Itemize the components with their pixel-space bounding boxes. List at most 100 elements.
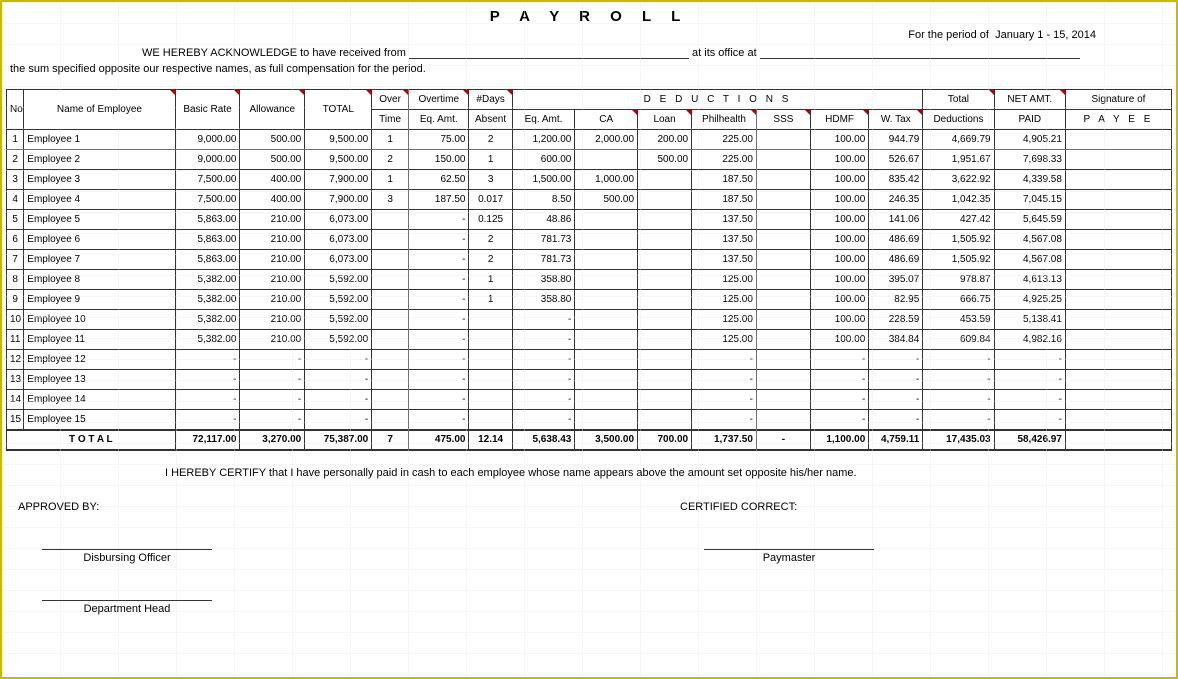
total-oteq: 475.00	[408, 430, 469, 450]
cell	[1065, 350, 1171, 370]
cell: 11	[7, 330, 24, 350]
total-row: T O T A L 72,117.00 3,270.00 75,387.00 7…	[7, 430, 1172, 450]
total-hdmf: 1,100.00	[810, 430, 868, 450]
hdr-sss: SSS	[756, 110, 810, 130]
total-allow: 3,270.00	[240, 430, 305, 450]
cell: 5,863.00	[175, 210, 240, 230]
cell: 5,592.00	[305, 270, 372, 290]
cell	[1065, 370, 1171, 390]
table-row: 4Employee 47,500.00400.007,900.003187.50…	[7, 190, 1172, 210]
cell: 100.00	[810, 230, 868, 250]
cell: -	[923, 390, 994, 410]
table-row: 7Employee 75,863.00210.006,073.00-2781.7…	[7, 250, 1172, 270]
cell: -	[869, 370, 923, 390]
cell: -	[240, 390, 305, 410]
payroll-table: No. Name of Employee Basic Rate Allowanc…	[6, 89, 1172, 451]
cell	[638, 210, 692, 230]
cell: 3	[7, 170, 24, 190]
cell: Employee 10	[24, 310, 175, 330]
cell: 5,138.41	[994, 310, 1065, 330]
cell: -	[175, 370, 240, 390]
blank-from	[409, 47, 689, 59]
hdr-totded: Total	[923, 90, 994, 110]
cell	[372, 330, 409, 350]
cell: 2	[469, 130, 512, 150]
hdr-ca: CA	[575, 110, 638, 130]
cell: 5,382.00	[175, 270, 240, 290]
cell: -	[512, 390, 575, 410]
cell: 100.00	[810, 310, 868, 330]
cell: -	[692, 350, 757, 370]
cell: Employee 14	[24, 390, 175, 410]
cell	[575, 210, 638, 230]
cell: 9,500.00	[305, 130, 372, 150]
cell: 9,000.00	[175, 130, 240, 150]
cell	[1065, 190, 1171, 210]
cell: Employee 1	[24, 130, 175, 150]
cell	[756, 410, 810, 430]
cell	[372, 250, 409, 270]
cell: 4,567.08	[994, 250, 1065, 270]
cell: 210.00	[240, 290, 305, 310]
cell	[1065, 330, 1171, 350]
cell: 8	[7, 270, 24, 290]
cell: 500.00	[638, 150, 692, 170]
cell	[756, 210, 810, 230]
hdr-absent: Absent	[469, 110, 512, 130]
cell: 1,505.92	[923, 250, 994, 270]
cell: 384.84	[869, 330, 923, 350]
cell: -	[512, 310, 575, 330]
acknowledge-line-1: WE HEREBY ACKNOWLEDGE to have received f…	[2, 47, 1176, 59]
cell: 228.59	[869, 310, 923, 330]
cell: 500.00	[575, 190, 638, 210]
cell: 5,382.00	[175, 290, 240, 310]
cell	[638, 330, 692, 350]
table-row: 13Employee 13----------	[7, 370, 1172, 390]
table-row: 12Employee 12----------	[7, 350, 1172, 370]
cell: 210.00	[240, 210, 305, 230]
hdr-loan: Loan	[638, 110, 692, 130]
cell: 1	[469, 150, 512, 170]
cell: 400.00	[240, 190, 305, 210]
cell	[756, 370, 810, 390]
cell: 5,592.00	[305, 310, 372, 330]
total-blank	[1065, 430, 1171, 450]
cell: 600.00	[512, 150, 575, 170]
cell: 3	[469, 170, 512, 190]
cell: 7,698.33	[994, 150, 1065, 170]
cell	[575, 370, 638, 390]
cell	[372, 210, 409, 230]
cell: -	[512, 410, 575, 430]
cell: 500.00	[240, 130, 305, 150]
hdr-over: Over	[372, 90, 409, 110]
hdr-deductions: D E D U C T I O N S	[512, 90, 923, 110]
cell: 141.06	[869, 210, 923, 230]
cell	[575, 390, 638, 410]
cell: 7,500.00	[175, 170, 240, 190]
certify-text: I HEREBY CERTIFY that I have personally …	[10, 467, 1168, 479]
table-row: 6Employee 65,863.00210.006,073.00-2781.7…	[7, 230, 1172, 250]
cell: 6	[7, 230, 24, 250]
cell	[638, 350, 692, 370]
cell: -	[408, 310, 469, 330]
cell: 486.69	[869, 250, 923, 270]
period-prefix: For the period of	[908, 29, 989, 41]
cell: 4,925.25	[994, 290, 1065, 310]
cell: 48.86	[512, 210, 575, 230]
cell: 82.95	[869, 290, 923, 310]
total-phil: 1,737.50	[692, 430, 757, 450]
cell: Employee 3	[24, 170, 175, 190]
cell: Employee 11	[24, 330, 175, 350]
cell	[1065, 410, 1171, 430]
cell: -	[810, 390, 868, 410]
cell: -	[994, 370, 1065, 390]
cell: 210.00	[240, 310, 305, 330]
cell: -	[305, 410, 372, 430]
cell: 400.00	[240, 170, 305, 190]
hdr-payee: P A Y E E	[1065, 110, 1171, 130]
sig-paymaster: Paymaster	[704, 549, 874, 564]
cell: 10	[7, 310, 24, 330]
total-total: 75,387.00	[305, 430, 372, 450]
cell	[372, 290, 409, 310]
cell	[1065, 270, 1171, 290]
